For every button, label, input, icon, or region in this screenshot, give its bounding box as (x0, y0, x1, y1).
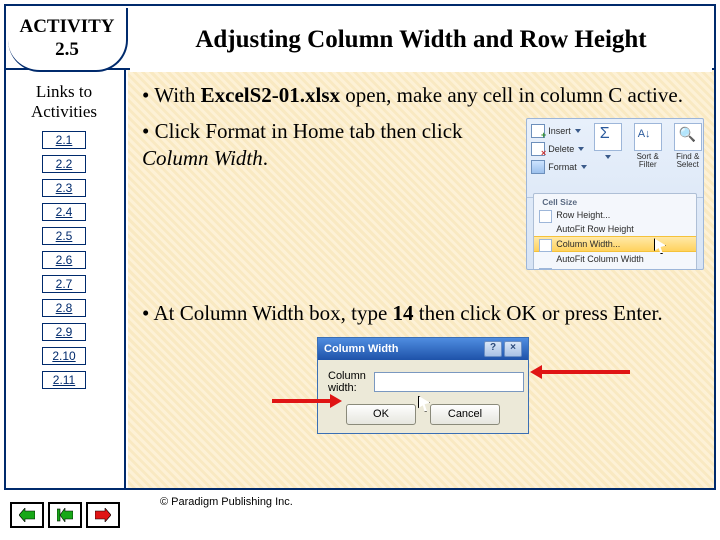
delete-icon (531, 142, 545, 156)
nav-first-button[interactable] (48, 502, 82, 528)
sidebar-link-2-11[interactable]: 2.11 (42, 371, 86, 389)
sidebar-link-2-4[interactable]: 2.4 (42, 203, 86, 221)
arrow-left-bar-icon (57, 508, 73, 522)
sidebar-link-2-2[interactable]: 2.2 (42, 155, 86, 173)
ribbon-screenshot: Insert Delete Format Sort & Filter Find … (526, 118, 704, 270)
sidebar-link-2-10[interactable]: 2.10 (42, 347, 86, 365)
find-icon (674, 123, 702, 151)
default-width-icon (539, 268, 552, 270)
ok-button[interactable]: OK (346, 404, 416, 425)
menu-header-cell-size: Cell Size (534, 196, 696, 208)
insert-icon (531, 124, 545, 138)
red-arrow-input (540, 370, 630, 374)
column-width-dialog: Column Width ? × Column width: OK Cancel (317, 337, 529, 434)
menu-column-width: Column Width... (534, 236, 696, 252)
arrow-right-icon (95, 508, 111, 522)
activity-label-1: ACTIVITY (8, 16, 126, 39)
close-icon: × (504, 341, 522, 357)
content-area: • With ExcelS2-01.xlsx open, make any ce… (128, 70, 714, 488)
sidebar: Links to Activities 2.1 2.2 2.3 2.4 2.5 … (4, 68, 126, 490)
activity-tab: ACTIVITY 2.5 (8, 8, 128, 72)
chevron-down-icon (575, 129, 581, 133)
nav-prev-button[interactable] (10, 502, 44, 528)
bullet-2: • Click Format in Home tab then click Co… (142, 118, 520, 171)
sidebar-link-2-3[interactable]: 2.3 (42, 179, 86, 197)
menu-default-width: Default Width... (534, 266, 696, 270)
red-arrow-ok (272, 399, 332, 403)
sidebar-heading: Links to Activities (4, 82, 124, 121)
sigma-icon (594, 123, 622, 151)
bullet-3: • At Column Width box, type 14 then clic… (142, 300, 704, 326)
activity-label-2: 2.5 (8, 39, 126, 62)
sort-icon (634, 123, 662, 151)
menu-autofit-col: AutoFit Column Width (534, 252, 696, 266)
dialog-label: Column width: (328, 370, 366, 394)
menu-row-height: Row Height... (534, 208, 696, 222)
column-width-icon (539, 239, 552, 252)
format-dropdown-menu: Cell Size Row Height... AutoFit Row Heig… (533, 193, 697, 270)
dialog-title: Column Width (324, 343, 398, 355)
ribbon-sort: Sort & Filter (631, 123, 665, 195)
column-width-input[interactable] (374, 372, 524, 392)
sidebar-link-2-6[interactable]: 2.6 (42, 251, 86, 269)
menu-autofit-row: AutoFit Row Height (534, 222, 696, 236)
sidebar-link-2-7[interactable]: 2.7 (42, 275, 86, 293)
chevron-down-icon (578, 147, 584, 151)
arrow-left-icon (19, 508, 35, 522)
sidebar-link-2-1[interactable]: 2.1 (42, 131, 86, 149)
sidebar-link-2-9[interactable]: 2.9 (42, 323, 86, 341)
format-icon (531, 160, 545, 174)
help-icon: ? (484, 341, 502, 357)
chevron-down-icon (581, 165, 587, 169)
ribbon-format-button: Format (531, 159, 587, 175)
sidebar-link-2-5[interactable]: 2.5 (42, 227, 86, 245)
bullet-1: • With ExcelS2-01.xlsx open, make any ce… (142, 82, 704, 108)
cancel-button[interactable]: Cancel (430, 404, 500, 425)
ribbon-insert-button: Insert (531, 123, 587, 139)
nav-next-button[interactable] (86, 502, 120, 528)
ribbon-find: Find & Select (671, 123, 704, 195)
ribbon-delete-button: Delete (531, 141, 587, 157)
sidebar-link-2-8[interactable]: 2.8 (42, 299, 86, 317)
copyright-text: © Paradigm Publishing Inc. (160, 496, 293, 508)
ribbon-autosum (591, 123, 625, 195)
page-title: Adjusting Column Width and Row Height (195, 26, 646, 54)
